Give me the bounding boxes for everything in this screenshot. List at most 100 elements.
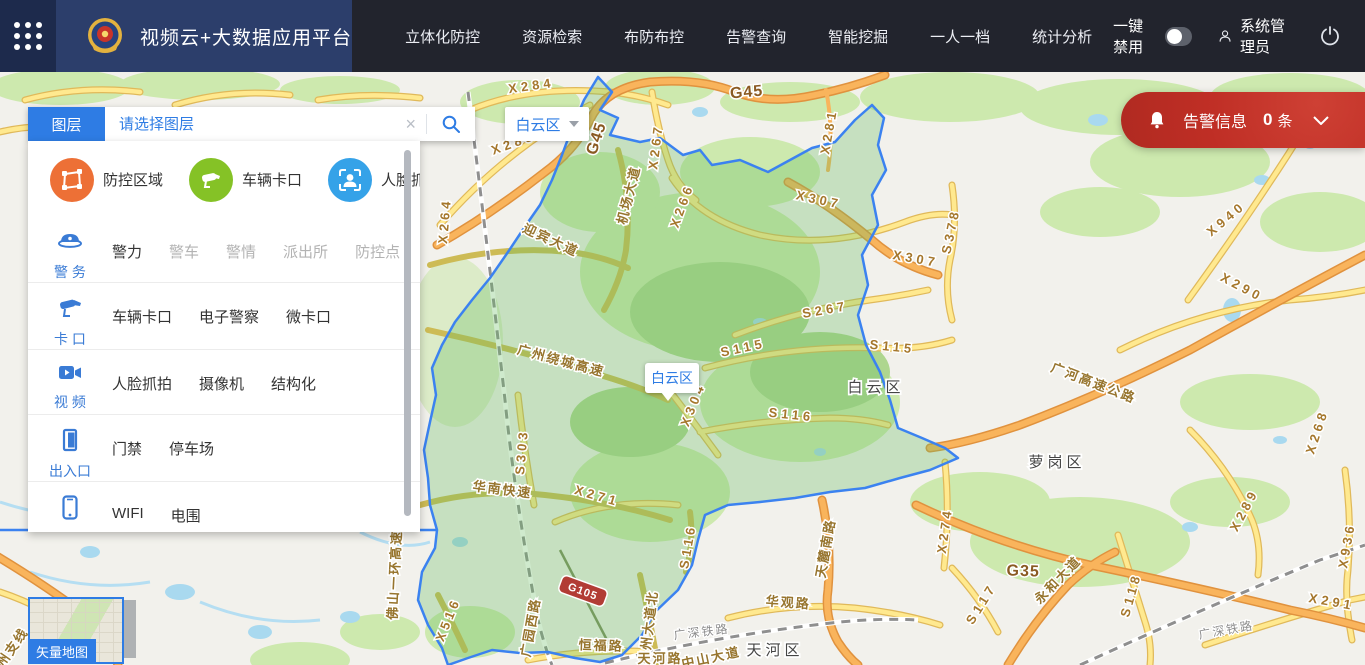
layer-item-2-0[interactable]: 人脸抓拍 bbox=[112, 373, 172, 394]
police-cap-icon bbox=[57, 231, 83, 258]
main-nav: 立体化防控 资源检索 布防布控 告警查询 智能挖掘 一人一档 统计分析 bbox=[384, 0, 1113, 72]
district-selector[interactable]: 白云区 bbox=[505, 107, 589, 141]
category-label: 视 频 bbox=[54, 392, 86, 412]
quick-layer-1[interactable]: 车辆卡口 bbox=[189, 158, 302, 202]
user-menu[interactable]: 系统管理员 bbox=[1218, 15, 1293, 57]
top-navbar: 视频云+大数据应用平台 立体化防控 资源检索 布防布控 告警查询 智能挖掘 一人一档 统计分… bbox=[0, 0, 1365, 72]
chevron-down-icon[interactable] bbox=[1313, 116, 1329, 125]
nav-item-2[interactable]: 布防布控 bbox=[624, 26, 684, 47]
quick-disable-label: 一键禁用 bbox=[1113, 15, 1155, 57]
category-header-2[interactable]: 视 频 bbox=[28, 350, 112, 414]
layer-panel-body: 防控区域车辆卡口人脸抓拍 警 务警力警车警情派出所防控点卡 口车辆卡口电子警察微… bbox=[28, 141, 420, 532]
layer-item-0-2[interactable]: 警情 bbox=[226, 241, 256, 262]
police-badge-logo bbox=[84, 15, 126, 57]
layer-categories: 警 务 警力 警车 警情 派出所 防控点卡 口 车辆卡口 电子警察 微卡口视 频 人脸抓拍 摄像机 结… bbox=[28, 218, 420, 532]
phone-icon bbox=[61, 495, 79, 526]
category-label: 警 务 bbox=[54, 262, 86, 282]
nav-item-1[interactable]: 资源检索 bbox=[522, 26, 582, 47]
map-label: 天河路 bbox=[637, 651, 682, 665]
layer-item-3-1[interactable]: 停车场 bbox=[169, 438, 214, 459]
tab-layers[interactable]: 图层 bbox=[28, 107, 105, 141]
nav-item-6[interactable]: 统计分析 bbox=[1032, 26, 1092, 47]
layer-item-2-1[interactable]: 摄像机 bbox=[199, 373, 244, 394]
minimap-label: 矢量地图 bbox=[28, 639, 96, 664]
category-header-3[interactable]: 出入口 bbox=[28, 415, 112, 481]
app-root: 视频云+大数据应用平台 立体化防控 资源检索 布防布控 告警查询 智能挖掘 一人一档 统计分… bbox=[0, 0, 1365, 665]
category-row-3: 出入口 门禁 停车场 bbox=[28, 414, 420, 481]
layer-search-box: × bbox=[105, 107, 475, 141]
nav-item-3[interactable]: 告警查询 bbox=[726, 26, 786, 47]
map-label: 萝岗区 bbox=[1028, 454, 1085, 471]
map-label: 天河区 bbox=[746, 642, 803, 659]
map-label: G35 bbox=[1006, 562, 1040, 580]
category-label: 出入口 bbox=[49, 461, 91, 481]
nav-item-0[interactable]: 立体化防控 bbox=[405, 26, 480, 47]
layer-item-4-1[interactable]: 电围 bbox=[171, 505, 201, 526]
layer-item-2-2[interactable]: 结构化 bbox=[271, 373, 316, 394]
video-camera-icon bbox=[57, 363, 83, 388]
category-header-0[interactable]: 警 务 bbox=[28, 218, 112, 282]
category-header-4[interactable]: 手 机 bbox=[28, 482, 112, 532]
layer-item-0-0[interactable]: 警力 bbox=[112, 241, 142, 262]
panel-scrollbar[interactable] bbox=[404, 150, 411, 516]
category-header-1[interactable]: 卡 口 bbox=[28, 283, 112, 349]
category-row-2: 视 频 人脸抓拍 摄像机 结构化 bbox=[28, 349, 420, 414]
checkpoint-camera-icon bbox=[56, 296, 84, 325]
map-label: 白云区 bbox=[847, 379, 904, 396]
power-icon bbox=[1319, 25, 1341, 47]
clear-icon[interactable]: × bbox=[395, 114, 426, 135]
layer-item-1-1[interactable]: 电子警察 bbox=[199, 306, 259, 327]
quick-layer-0[interactable]: 防控区域 bbox=[50, 158, 163, 202]
search-button[interactable] bbox=[427, 114, 475, 134]
district-selector-value: 白云区 bbox=[515, 114, 560, 135]
region-icon bbox=[50, 158, 94, 202]
search-icon bbox=[441, 114, 461, 134]
quick-layer-label: 人脸抓拍 bbox=[381, 169, 420, 190]
app-title: 视频云+大数据应用平台 bbox=[140, 23, 352, 50]
quick-layer-label: 防控区域 bbox=[103, 169, 163, 190]
layer-item-1-0[interactable]: 车辆卡口 bbox=[112, 306, 172, 327]
map-label: G45 bbox=[729, 83, 764, 103]
alert-count: 0 bbox=[1263, 110, 1272, 130]
apps-grid-icon bbox=[14, 22, 42, 50]
user-icon bbox=[1218, 26, 1232, 46]
category-label: 手 机 bbox=[54, 530, 86, 532]
map-label: 华观路 bbox=[765, 593, 811, 611]
layer-item-3-0[interactable]: 门禁 bbox=[112, 438, 142, 459]
logout-button[interactable] bbox=[1319, 25, 1341, 47]
apps-grid-button[interactable] bbox=[0, 0, 56, 72]
layer-panel-header: 图层 × bbox=[28, 107, 475, 141]
layer-item-1-2[interactable]: 微卡口 bbox=[286, 306, 331, 327]
bell-icon bbox=[1147, 110, 1167, 130]
brand: 视频云+大数据应用平台 bbox=[56, 0, 352, 72]
nav-item-5[interactable]: 一人一档 bbox=[930, 26, 990, 47]
quick-disable: 一键禁用 bbox=[1113, 15, 1192, 57]
map-label: 恒福路 bbox=[578, 637, 624, 654]
top-controls: 一键禁用 系统管理员 bbox=[1113, 0, 1341, 72]
quick-layer-label: 车辆卡口 bbox=[242, 169, 302, 190]
chevron-down-icon bbox=[569, 121, 579, 127]
quick-disable-toggle[interactable] bbox=[1165, 27, 1192, 46]
map-canvas[interactable]: X283X284G45G45X281X267X266机场大道迎宾大道X264广州… bbox=[0, 72, 1365, 665]
face-capture-icon bbox=[328, 158, 372, 202]
layer-panel: 图层 × 防控区域车辆卡口人脸抓拍 警 务警力警车警情派出所防控点卡 口车辆卡口… bbox=[28, 107, 475, 532]
alert-banner[interactable]: 告警信息 0 条 bbox=[1121, 92, 1365, 148]
nav-item-4[interactable]: 智能挖掘 bbox=[828, 26, 888, 47]
user-name: 系统管理员 bbox=[1240, 15, 1293, 57]
alert-label: 告警信息 bbox=[1183, 108, 1247, 132]
category-label: 卡 口 bbox=[54, 329, 86, 349]
layer-item-4-0[interactable]: WIFI bbox=[112, 505, 144, 522]
category-row-0: 警 务 警力 警车 警情 派出所 防控点 bbox=[28, 218, 420, 282]
district-tooltip: 白云区 bbox=[645, 363, 699, 393]
layer-item-0-4[interactable]: 防控点 bbox=[355, 241, 400, 262]
alert-unit: 条 bbox=[1277, 110, 1292, 131]
minimap-secondary-thumb[interactable] bbox=[122, 600, 136, 658]
layer-search-input[interactable] bbox=[105, 116, 395, 133]
layer-item-0-3[interactable]: 派出所 bbox=[283, 241, 328, 262]
vehicle-camera-icon bbox=[189, 158, 233, 202]
door-icon bbox=[60, 428, 80, 457]
quick-layer-row: 防控区域 车辆卡口 人脸抓拍 bbox=[28, 141, 420, 218]
minimap[interactable]: 矢量地图 bbox=[28, 597, 124, 664]
category-row-1: 卡 口 车辆卡口 电子警察 微卡口 bbox=[28, 282, 420, 349]
layer-item-0-1[interactable]: 警车 bbox=[169, 241, 199, 262]
